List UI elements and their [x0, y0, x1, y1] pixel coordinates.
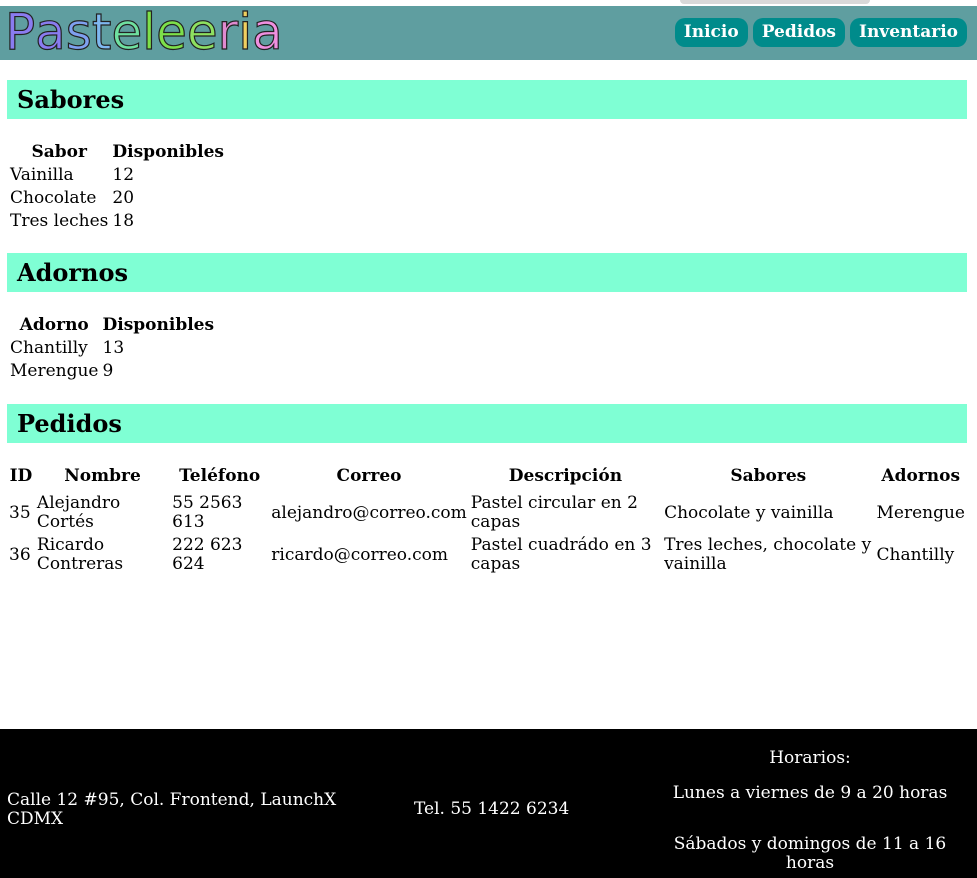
column-header-adornos: Adornos — [881, 466, 961, 486]
column-header-nombre: Nombre — [64, 466, 141, 486]
adornos-title: Adornos — [7, 253, 967, 292]
sabores-section: Sabores Sabor Disponibles Vainilla 12 Ch… — [7, 80, 967, 233]
table-cell: 55 2563 613 — [172, 493, 243, 532]
column-header: Sabor — [31, 142, 87, 162]
table-row: Vainilla 12 — [8, 164, 226, 187]
main-nav: Inicio Pedidos Inventario — [674, 18, 967, 47]
column-header: Disponibles — [112, 142, 224, 162]
table-cell: 35 — [9, 502, 31, 523]
logo-letter: a — [35, 2, 67, 61]
table-cell: Pastel circular en 2 capas — [470, 493, 638, 532]
logo-letter: e — [186, 2, 218, 61]
table-cell: ricardo@correo.com — [271, 544, 448, 565]
adornos-section: Adornos Adorno Disponibles Chantilly 13 … — [7, 253, 967, 383]
column-header: Disponibles — [102, 315, 215, 335]
nav-inicio-button[interactable]: Inicio — [674, 18, 748, 47]
table-row: Chocolate 20 — [8, 187, 226, 210]
logo-letter: i — [238, 2, 253, 61]
table-cell: Merengue — [876, 502, 966, 523]
scroll-indicator — [680, 0, 870, 4]
site-header: Pasteleeria Inicio Pedidos Inventario — [0, 2, 977, 62]
logo-letter: s — [65, 2, 92, 61]
adornos-table: Adorno Disponibles Chantilly 13 Merengue… — [8, 314, 216, 383]
column-header-id: ID — [9, 466, 33, 486]
table-cell: Chocolate — [10, 188, 97, 208]
table-header-row: Sabor Disponibles — [8, 141, 226, 164]
table-cell: 20 — [112, 188, 135, 208]
column-header-correo: Correo — [336, 466, 402, 486]
table-row: Tres leches 18 — [8, 210, 226, 233]
table-cell: Chantilly — [10, 338, 88, 358]
sabores-title: Sabores — [7, 80, 967, 119]
logo-letter: a — [252, 2, 284, 61]
logo-letter: l — [142, 2, 157, 61]
table-row: 36 Ricardo Contreras 222 623 624 ricardo… — [7, 534, 967, 576]
footer-address: Calle 12 #95, Col. Frontend, LaunchX CDM… — [7, 790, 337, 829]
nav-inventario-button[interactable]: Inventario — [850, 18, 967, 47]
table-cell: Pastel cuadrádo en 3 capas — [470, 535, 652, 574]
column-header-sabores: Sabores — [730, 466, 807, 486]
table-cell: Chantilly — [876, 544, 955, 565]
sabores-table: Sabor Disponibles Vainilla 12 Chocolate … — [8, 141, 226, 233]
logo-letter: P — [4, 2, 36, 61]
table-cell: 222 623 624 — [172, 535, 243, 574]
hours-weekend: Sábados y domingos de 11 a 16 horas — [673, 834, 947, 873]
table-cell: Chocolate y vainilla — [664, 502, 834, 523]
table-row: Chantilly 13 — [8, 337, 216, 360]
hours-weekdays: Lunes a viernes de 9 a 20 horas — [672, 783, 948, 803]
table-cell: Tres leches, chocolate y vainilla — [664, 535, 872, 574]
table-cell: 13 — [102, 338, 125, 358]
logo-letter: e — [156, 2, 188, 61]
table-cell: 9 — [102, 361, 114, 381]
table-cell: Vainilla — [10, 165, 74, 185]
hours-title: Horarios: — [769, 748, 851, 768]
site-logo[interactable]: Pasteleeria — [4, 2, 284, 62]
column-header-descripcion: Descripción — [508, 466, 623, 486]
table-cell: 36 — [9, 544, 31, 565]
nav-pedidos-button[interactable]: Pedidos — [752, 18, 845, 47]
logo-letter: r — [217, 2, 239, 61]
table-header-row: ID Nombre Teléfono Correo Descripción Sa… — [7, 465, 967, 492]
table-cell: Alejandro Cortés — [36, 493, 121, 532]
pedidos-section: Pedidos ID Nombre Teléfono Correo Descri… — [7, 404, 967, 576]
logo-letter: e — [111, 2, 143, 61]
table-cell: 18 — [112, 211, 135, 231]
table-cell: Ricardo Contreras — [36, 535, 124, 574]
table-cell: alejandro@correo.com — [271, 502, 467, 523]
table-header-row: Adorno Disponibles — [8, 314, 216, 337]
footer-hours: Horarios: Lunes a viernes de 9 a 20 hora… — [650, 749, 970, 873]
table-row: Merengue 9 — [8, 360, 216, 383]
table-cell: Tres leches — [10, 211, 109, 231]
logo-letter: t — [91, 2, 112, 61]
pedidos-table: ID Nombre Teléfono Correo Descripción Sa… — [7, 465, 967, 576]
site-footer: Calle 12 #95, Col. Frontend, LaunchX CDM… — [0, 729, 977, 878]
pedidos-title: Pedidos — [7, 404, 967, 443]
table-cell: 12 — [112, 165, 135, 185]
table-cell: Merengue — [10, 361, 99, 381]
table-row: 35 Alejandro Cortés 55 2563 613 alejandr… — [7, 492, 967, 534]
column-header: Adorno — [19, 315, 89, 335]
footer-phone: Tel. 55 1422 6234 — [414, 799, 570, 819]
column-header-telefono: Teléfono — [179, 466, 261, 486]
